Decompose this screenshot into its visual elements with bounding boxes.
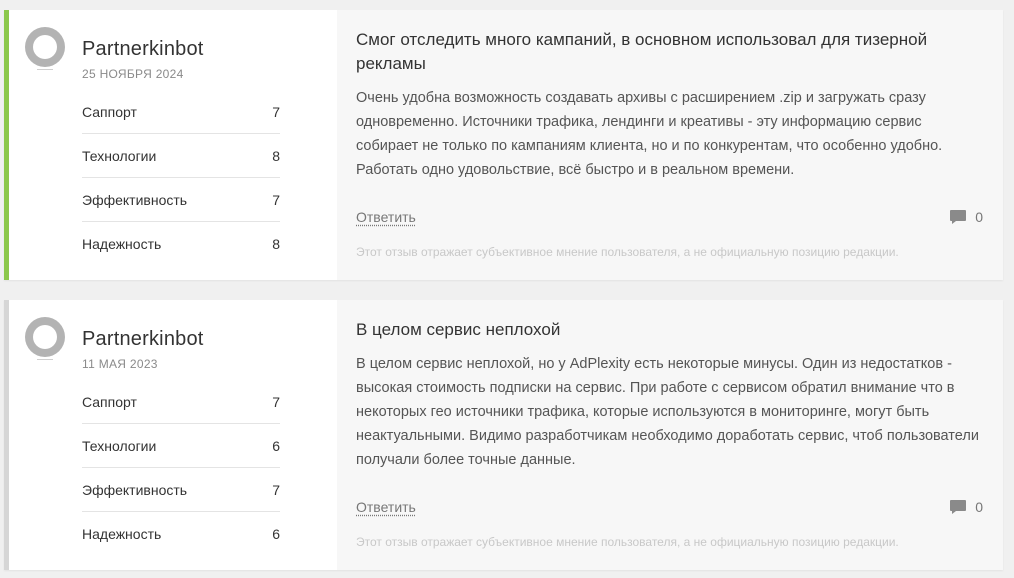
- rating-row-efficiency: Эффективность 7: [82, 468, 280, 512]
- review-disclaimer: Этот отзыв отражает субъективное мнение …: [356, 535, 899, 549]
- rating-row-reliability: Надежность 8: [82, 222, 280, 265]
- rating-value: 6: [272, 437, 280, 454]
- review-author-panel: Partnerkinbot 11 мая 2023 Саппорт 7 Техн…: [9, 300, 337, 570]
- rating-label: Технологии: [82, 147, 157, 164]
- rating-list: Саппорт 7 Технологии 8 Эффективность 7 Н…: [82, 90, 280, 265]
- rating-value: 7: [272, 103, 280, 120]
- review-author-name[interactable]: Partnerkinbot: [82, 328, 204, 351]
- rating-label: Эффективность: [82, 481, 188, 498]
- rating-row-efficiency: Эффективность 7: [82, 178, 280, 222]
- review-date: 11 мая 2023: [82, 357, 158, 371]
- rating-label: Эффективность: [82, 191, 188, 208]
- review-content: В целом сервис неплохой В целом сервис н…: [337, 300, 1003, 570]
- user-avatar-icon: [25, 27, 65, 70]
- avatar[interactable]: [22, 317, 68, 363]
- rating-label: Саппорт: [82, 103, 137, 120]
- rating-label: Саппорт: [82, 393, 137, 410]
- comment-count: 0: [975, 209, 983, 225]
- rating-row-support: Саппорт 7: [82, 380, 280, 424]
- rating-label: Надежность: [82, 525, 162, 542]
- rating-row-technology: Технологии 6: [82, 424, 280, 468]
- review-disclaimer: Этот отзыв отражает субъективное мнение …: [356, 245, 899, 259]
- rating-row-technology: Технологии 8: [82, 134, 280, 178]
- reply-link[interactable]: Ответить: [356, 499, 416, 515]
- review-date: 25 ноября 2024: [82, 67, 184, 81]
- rating-value: 8: [272, 235, 280, 252]
- rating-value: 6: [272, 525, 280, 542]
- comment-icon: [950, 500, 967, 514]
- reply-link[interactable]: Ответить: [356, 209, 416, 225]
- rating-value: 8: [272, 147, 280, 164]
- user-avatar-icon: [25, 317, 65, 360]
- rating-label: Надежность: [82, 235, 162, 252]
- rating-label: Технологии: [82, 437, 157, 454]
- review-card: Partnerkinbot 11 мая 2023 Саппорт 7 Техн…: [4, 300, 1003, 570]
- rating-row-reliability: Надежность 6: [82, 512, 280, 555]
- review-body: В целом сервис неплохой, но у AdPlexity …: [356, 356, 979, 468]
- comment-icon: [950, 210, 967, 224]
- review-author-name[interactable]: Partnerkinbot: [82, 38, 204, 61]
- review-body: Очень удобна возможность создавать архив…: [356, 90, 943, 178]
- rating-list: Саппорт 7 Технологии 6 Эффективность 7 Н…: [82, 380, 280, 555]
- rating-value: 7: [272, 393, 280, 410]
- avatar[interactable]: [22, 27, 68, 73]
- review-title: Смог отследить много кампаний, в основно…: [356, 30, 928, 73]
- review-author-panel: Partnerkinbot 25 ноября 2024 Саппорт 7 Т…: [9, 10, 337, 280]
- comment-count: 0: [975, 499, 983, 515]
- review-card: Partnerkinbot 25 ноября 2024 Саппорт 7 Т…: [4, 10, 1003, 280]
- rating-row-support: Саппорт 7: [82, 90, 280, 134]
- rating-value: 7: [272, 191, 280, 208]
- rating-value: 7: [272, 481, 280, 498]
- review-content: Смог отследить много кампаний, в основно…: [337, 10, 1003, 280]
- comment-counter[interactable]: 0: [949, 499, 983, 515]
- comment-counter[interactable]: 0: [949, 209, 983, 225]
- review-title: В целом сервис неплохой: [356, 320, 561, 339]
